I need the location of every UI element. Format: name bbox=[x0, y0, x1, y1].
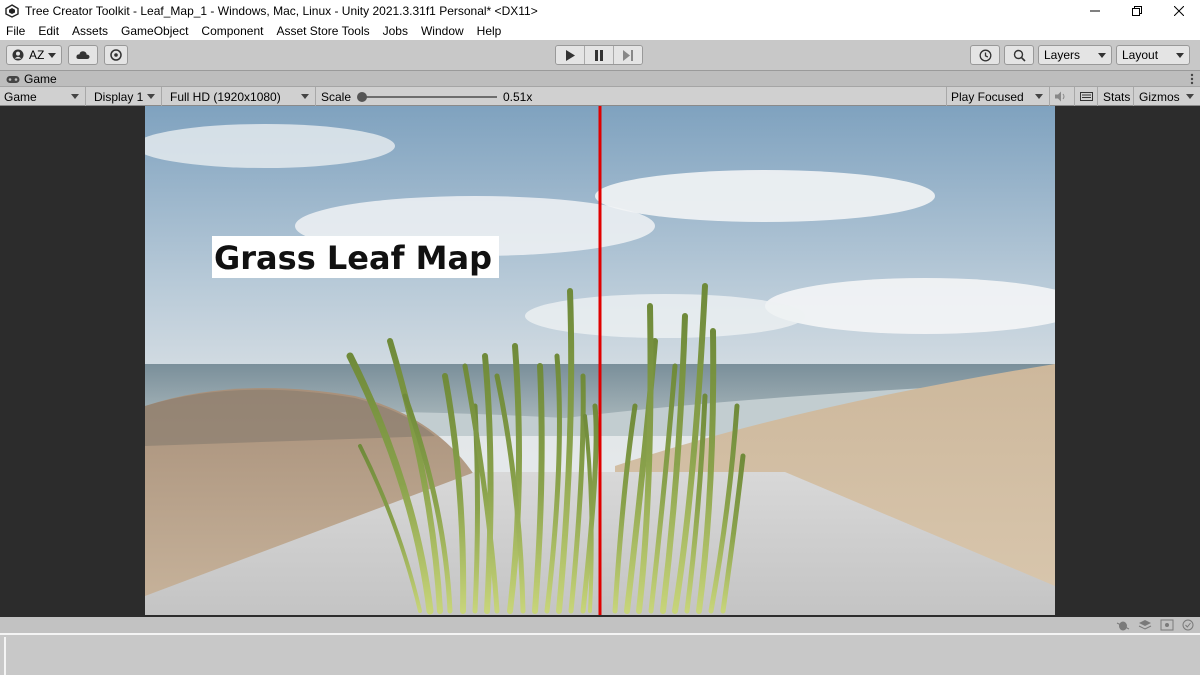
tab-game-label: Game bbox=[24, 72, 57, 86]
restore-button[interactable] bbox=[1116, 0, 1158, 21]
search-icon bbox=[1013, 49, 1026, 62]
menu-bar: File Edit Assets GameObject Component As… bbox=[0, 21, 1200, 40]
view-mode-dropdown[interactable]: Game bbox=[0, 87, 86, 106]
keyboard-icon bbox=[1080, 92, 1093, 101]
chevron-down-icon bbox=[48, 53, 56, 58]
pause-button[interactable] bbox=[585, 46, 614, 64]
chevron-down-icon bbox=[1098, 53, 1106, 58]
minimize-icon bbox=[1090, 10, 1100, 11]
bug-icon[interactable] bbox=[1116, 619, 1130, 631]
menu-help[interactable]: Help bbox=[477, 24, 502, 38]
chevron-down-icon bbox=[1186, 94, 1194, 99]
shortcuts-button[interactable] bbox=[1076, 87, 1098, 106]
menu-component[interactable]: Component bbox=[201, 24, 263, 38]
chevron-down-icon bbox=[71, 94, 79, 99]
close-button[interactable] bbox=[1158, 0, 1200, 21]
display-dropdown[interactable]: Display 1 bbox=[90, 87, 162, 106]
gizmos-dropdown[interactable]: Gizmos bbox=[1135, 87, 1200, 106]
pause-icon bbox=[595, 49, 603, 61]
cloud-icon bbox=[76, 51, 90, 59]
chevron-down-icon bbox=[301, 94, 309, 99]
menu-asset-store-tools[interactable]: Asset Store Tools bbox=[276, 24, 369, 38]
minimize-button[interactable] bbox=[1074, 0, 1116, 21]
chevron-down-icon bbox=[147, 94, 155, 99]
main-toolbar: AZ Layers Layout bbox=[0, 40, 1200, 70]
resolution-dropdown[interactable]: Full HD (1920x1080) bbox=[166, 87, 316, 106]
step-icon bbox=[622, 49, 633, 61]
menu-window[interactable]: Window bbox=[421, 24, 464, 38]
layers-dropdown[interactable]: Layers bbox=[1038, 45, 1112, 65]
speaker-icon bbox=[1055, 91, 1065, 102]
unity-logo-icon bbox=[5, 3, 19, 18]
chevron-down-icon bbox=[1035, 94, 1043, 99]
collab-button[interactable] bbox=[104, 45, 128, 65]
restore-icon bbox=[1132, 5, 1142, 16]
scene-render bbox=[145, 106, 1055, 615]
mute-audio-button[interactable] bbox=[1051, 87, 1075, 106]
menu-jobs[interactable]: Jobs bbox=[383, 24, 408, 38]
search-button[interactable] bbox=[1004, 45, 1034, 65]
panel-resize-handle[interactable] bbox=[4, 637, 8, 675]
play-mode-dropdown[interactable]: Play Focused bbox=[946, 87, 1050, 106]
menu-edit[interactable]: Edit bbox=[38, 24, 59, 38]
status-strip bbox=[0, 617, 1200, 633]
layers-label: Layers bbox=[1044, 48, 1081, 62]
stats-button[interactable]: Stats bbox=[1099, 87, 1134, 106]
tab-game[interactable]: Game bbox=[0, 71, 57, 87]
close-icon bbox=[1174, 5, 1184, 16]
game-viewport[interactable] bbox=[145, 106, 1055, 615]
gizmos-label: Gizmos bbox=[1139, 89, 1180, 104]
play-mode-label: Play Focused bbox=[951, 89, 1024, 104]
history-icon bbox=[979, 49, 991, 61]
scale-slider-thumb[interactable] bbox=[357, 92, 367, 102]
menu-file[interactable]: File bbox=[6, 24, 25, 38]
game-controller-icon bbox=[6, 75, 20, 83]
game-view: Grass Leaf Map bbox=[0, 106, 1200, 617]
play-icon bbox=[566, 49, 575, 61]
grass-leaf-map-label: Grass Leaf Map bbox=[212, 236, 499, 278]
resolution-label: Full HD (1920x1080) bbox=[170, 89, 281, 104]
view-mode-label: Game bbox=[4, 89, 37, 104]
more-options-icon[interactable] bbox=[1190, 73, 1194, 85]
network-icon[interactable] bbox=[1160, 619, 1174, 631]
chevron-down-icon bbox=[1176, 53, 1184, 58]
account-label: AZ bbox=[29, 48, 45, 62]
cloud-button[interactable] bbox=[68, 45, 98, 65]
account-icon bbox=[12, 49, 24, 61]
menu-gameobject[interactable]: GameObject bbox=[121, 24, 188, 38]
collab-icon bbox=[110, 49, 122, 61]
layout-label: Layout bbox=[1122, 48, 1159, 62]
game-view-toolbar: Game Display 1 Full HD (1920x1080) Scale… bbox=[0, 86, 1200, 106]
display-label: Display 1 bbox=[94, 89, 144, 104]
menu-assets[interactable]: Assets bbox=[72, 24, 108, 38]
scale-slider-track[interactable] bbox=[362, 96, 497, 98]
title-bar: Tree Creator Toolkit - Leaf_Map_1 - Wind… bbox=[0, 0, 1200, 21]
step-button[interactable] bbox=[614, 46, 642, 64]
scale-label: Scale bbox=[321, 90, 352, 104]
playback-controls bbox=[555, 45, 643, 65]
play-button[interactable] bbox=[556, 46, 585, 64]
account-dropdown[interactable]: AZ bbox=[6, 45, 62, 65]
check-circle-icon[interactable] bbox=[1182, 619, 1194, 631]
panel-tab-strip: Game bbox=[0, 70, 1200, 86]
status-icons bbox=[1116, 619, 1194, 631]
history-button[interactable] bbox=[970, 45, 1000, 65]
window-title: Tree Creator Toolkit - Leaf_Map_1 - Wind… bbox=[25, 3, 538, 18]
scale-value: 0.51x bbox=[503, 90, 533, 104]
layout-dropdown[interactable]: Layout bbox=[1116, 45, 1190, 65]
layers-stack-icon[interactable] bbox=[1138, 619, 1152, 631]
console-panel bbox=[0, 633, 1200, 675]
stats-label: Stats bbox=[1103, 89, 1131, 104]
